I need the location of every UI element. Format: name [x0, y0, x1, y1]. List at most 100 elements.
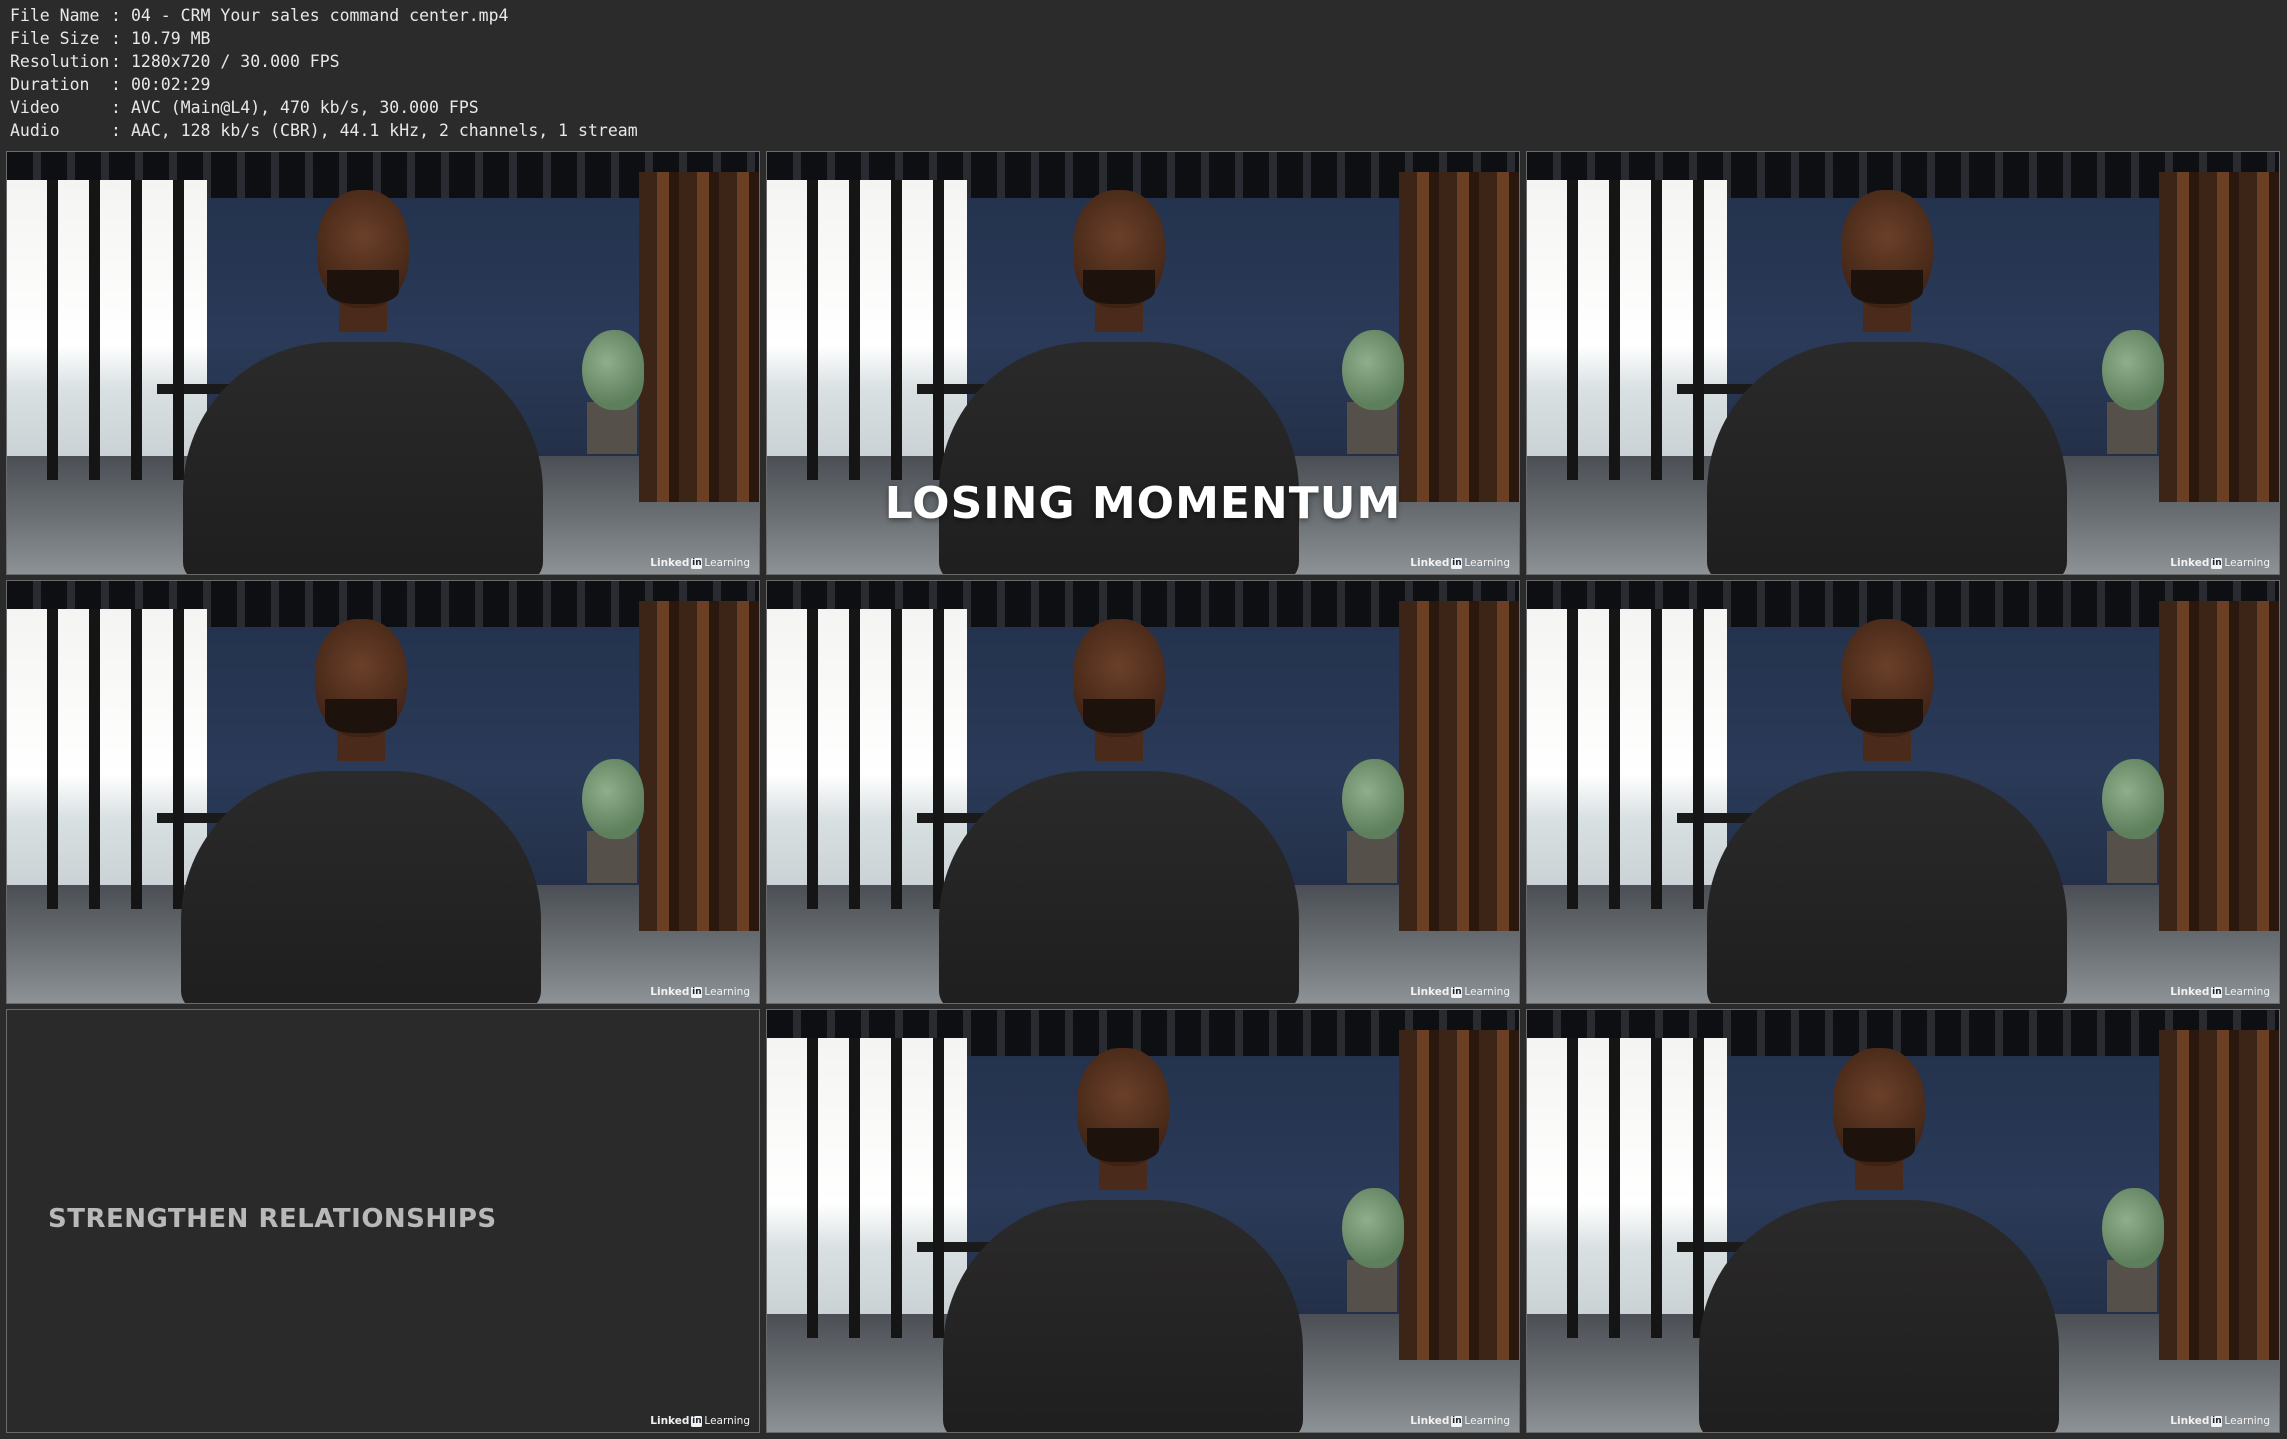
watermark-brand: Linked	[650, 1415, 690, 1427]
plant	[2102, 759, 2164, 839]
meta-row-file-name: File Name:04 - CRM Your sales command ce…	[10, 4, 638, 27]
window-mullion	[1609, 609, 1620, 909]
meta-separator: :	[111, 121, 121, 140]
video-thumbnail: Linked in Learning	[6, 151, 760, 575]
plant	[582, 759, 644, 839]
linkedin-learning-watermark: Linked in Learning	[1410, 1415, 1510, 1427]
window-mullion	[849, 1038, 860, 1338]
meta-separator: :	[111, 52, 121, 71]
window-mullion	[89, 180, 100, 480]
wood-slat-wall	[1399, 601, 1519, 931]
video-thumbnail: Linked in Learning	[6, 580, 760, 1004]
linkedin-learning-watermark: Linked in Learning	[2170, 986, 2270, 998]
plant	[2102, 330, 2164, 410]
meta-key: File Size	[10, 29, 100, 48]
window-mullion	[891, 609, 902, 909]
meta-row-resolution: Resolution:1280x720 / 30.000 FPS	[10, 50, 638, 73]
linkedin-learning-watermark: Linked in Learning	[650, 1415, 750, 1427]
presenter-beard	[327, 270, 399, 304]
wood-slat-wall	[639, 172, 759, 502]
watermark-brand: Linked	[1410, 986, 1450, 998]
meta-key: File Name	[10, 6, 100, 25]
window-mullion	[1567, 180, 1578, 480]
linkedin-learning-watermark: Linked in Learning	[650, 986, 750, 998]
window-mullion	[89, 609, 100, 909]
wood-slat-wall	[2159, 601, 2279, 931]
meta-row-file-size: File Size:10.79 MB	[10, 27, 638, 50]
meta-value: 1280x720 / 30.000 FPS	[131, 52, 340, 71]
window-mullion	[1609, 180, 1620, 480]
linkedin-learning-watermark: Linked in Learning	[1410, 557, 1510, 569]
window-mullion	[849, 609, 860, 909]
linkedin-logo-icon: in	[691, 986, 703, 998]
presenter-body	[183, 342, 543, 574]
window-mullion	[1651, 609, 1662, 909]
linkedin-logo-icon: in	[2211, 986, 2223, 998]
linkedin-learning-watermark: Linked in Learning	[2170, 1415, 2270, 1427]
window-mullion	[849, 180, 860, 480]
meta-row-video: Video: AVC (Main@L4), 470 kb/s, 30.000 FP…	[10, 96, 638, 119]
watermark-brand: Linked	[650, 557, 690, 569]
watermark-word: Learning	[1464, 1415, 1510, 1427]
presenter-beard	[1843, 1128, 1915, 1162]
presenter-body	[181, 771, 541, 1003]
window-mullion	[1693, 609, 1704, 909]
linkedin-learning-watermark: Linked in Learning	[650, 557, 750, 569]
media-info: File Name:04 - CRM Your sales command ce…	[10, 4, 638, 142]
meta-value: 10.79 MB	[131, 29, 211, 48]
watermark-word: Learning	[704, 1415, 750, 1427]
window-mullion	[1693, 1038, 1704, 1338]
watermark-brand: Linked	[2170, 557, 2210, 569]
presenter-beard	[1087, 1128, 1159, 1162]
window-mullion	[1651, 180, 1662, 480]
watermark-word: Learning	[2224, 1415, 2270, 1427]
linkedin-logo-icon: in	[1451, 1415, 1463, 1427]
window-mullion	[173, 609, 184, 909]
presenter-beard	[1851, 699, 1923, 733]
window-mullion	[933, 609, 944, 909]
wood-slat-wall	[2159, 1030, 2279, 1360]
window-mullion	[1693, 180, 1704, 480]
video-thumbnail: Linked in Learning	[766, 580, 1520, 1004]
presenter-body	[1699, 1200, 2059, 1432]
window-mullion	[933, 1038, 944, 1338]
window-mullion	[807, 180, 818, 480]
window-mullion	[807, 609, 818, 909]
meta-value: 04 - CRM Your sales command center.mp4	[131, 6, 509, 25]
wood-slat-wall	[639, 601, 759, 931]
meta-separator: :	[111, 6, 121, 25]
meta-separator: :	[111, 98, 121, 117]
meta-separator: :	[111, 75, 121, 94]
presenter-body	[939, 342, 1299, 574]
watermark-word: Learning	[1464, 557, 1510, 569]
thumbnail-grid: Linked in Learning LOSING MOMENTUM Linked in L…	[6, 151, 2280, 1433]
video-thumbnail: Linked in Learning	[1526, 580, 2280, 1004]
linkedin-logo-icon: in	[691, 557, 703, 569]
presenter-body	[943, 1200, 1303, 1432]
watermark-word: Learning	[704, 986, 750, 998]
linkedin-learning-watermark: Linked in Learning	[2170, 557, 2270, 569]
window-mullion	[1651, 1038, 1662, 1338]
watermark-brand: Linked	[2170, 1415, 2210, 1427]
window-mullion	[891, 1038, 902, 1338]
video-thumbnail: Linked in Learning	[1526, 151, 2280, 575]
window-mullion	[933, 180, 944, 480]
presenter-beard	[1851, 270, 1923, 304]
linkedin-logo-icon: in	[691, 1415, 703, 1427]
meta-value: AAC, 128 kb/s (CBR), 44.1 kHz, 2 channel…	[131, 121, 638, 140]
meta-key: Duration	[10, 75, 90, 94]
meta-key: Audio	[10, 121, 60, 140]
window-mullion	[1609, 1038, 1620, 1338]
presenter-body	[1707, 771, 2067, 1003]
contact-sheet: File Name:04 - CRM Your sales command ce…	[0, 0, 2287, 1439]
plant	[582, 330, 644, 410]
presenter-body	[939, 771, 1299, 1003]
watermark-brand: Linked	[650, 986, 690, 998]
overlay-caption: LOSING MOMENTUM	[884, 478, 1402, 529]
meta-key: Video	[10, 98, 60, 117]
meta-row-duration: Duration:00:02:29	[10, 73, 638, 96]
presenter-beard	[1083, 270, 1155, 304]
watermark-brand: Linked	[1410, 557, 1450, 569]
watermark-word: Learning	[1464, 986, 1510, 998]
wood-slat-wall	[2159, 172, 2279, 502]
